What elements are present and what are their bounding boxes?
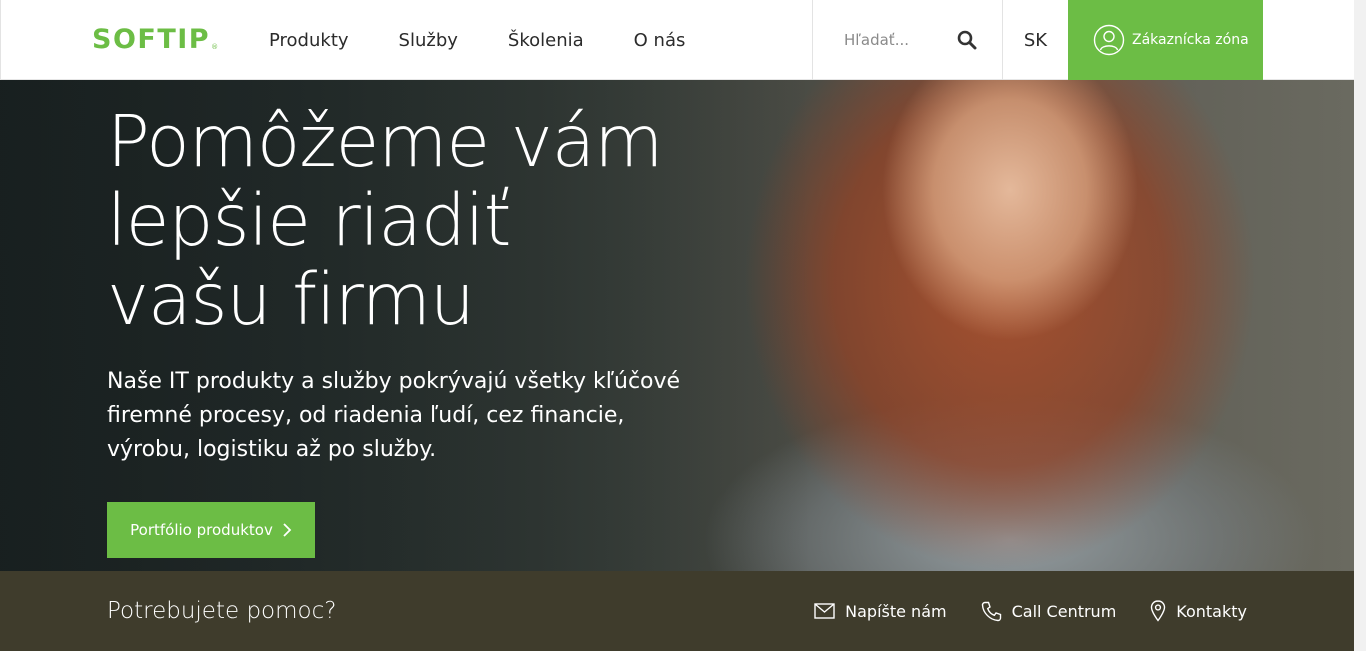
- search-box: [812, 0, 1003, 80]
- customer-zone-button[interactable]: Zákaznícka zóna: [1068, 0, 1263, 80]
- search-button[interactable]: [956, 30, 978, 52]
- hero-title: Pomôžeme vám lepšie riadiť vašu firmu: [107, 102, 747, 339]
- help-links: Napíšte nám Call Centrum Kontakty: [780, 571, 1247, 651]
- hero-title-line: vašu firmu: [107, 258, 475, 341]
- nav-item-sluzby[interactable]: Služby: [399, 30, 458, 51]
- logo-text: SOFTIP: [92, 24, 211, 55]
- call-centre-label: Call Centrum: [1011, 601, 1117, 621]
- main-nav: Produkty Služby Školenia O nás: [269, 0, 735, 80]
- contacts-label: Kontakty: [1176, 601, 1247, 621]
- nav-item-o-nas[interactable]: O nás: [634, 30, 686, 51]
- write-us-link[interactable]: Napíšte nám: [814, 601, 947, 621]
- language-switch[interactable]: SK: [1003, 0, 1068, 80]
- user-icon: [1093, 24, 1125, 56]
- mail-icon: [814, 603, 835, 619]
- softip-logo[interactable]: SOFTIP ®: [92, 26, 218, 54]
- hero-title-line: Pomôžeme vám: [107, 100, 663, 183]
- portfolio-button-label: Portfólio produktov: [130, 521, 273, 539]
- customer-zone-label: Zákaznícka zóna: [1132, 32, 1249, 48]
- chevron-right-icon: [283, 523, 292, 537]
- hero-subtitle: Naše IT produkty a služby pokrývajú všet…: [107, 369, 681, 462]
- nav-item-skolenia[interactable]: Školenia: [508, 30, 584, 51]
- contacts-link[interactable]: Kontakty: [1150, 600, 1247, 622]
- page-scrollbar[interactable]: [1354, 0, 1366, 651]
- logo-registered-mark: ®: [211, 43, 219, 51]
- site-header: SOFTIP ® Produkty Služby Školenia O nás …: [0, 0, 1354, 80]
- nav-item-produkty[interactable]: Produkty: [269, 30, 349, 51]
- hero-banner: Pomôžeme vám lepšie riadiť vašu firmu Na…: [0, 80, 1354, 571]
- write-us-label: Napíšte nám: [845, 601, 947, 621]
- help-title: Potrebujete pomoc?: [107, 598, 337, 624]
- search-input[interactable]: [844, 25, 964, 55]
- help-bar: Potrebujete pomoc? Napíšte nám Call Cent…: [0, 571, 1354, 651]
- phone-icon: [981, 601, 1001, 621]
- hero-title-line: lepšie riadiť: [107, 179, 512, 262]
- call-centre-link[interactable]: Call Centrum: [981, 601, 1117, 622]
- portfolio-button[interactable]: Portfólio produktov: [107, 502, 315, 558]
- search-icon: [957, 30, 977, 50]
- map-pin-icon: [1151, 600, 1166, 622]
